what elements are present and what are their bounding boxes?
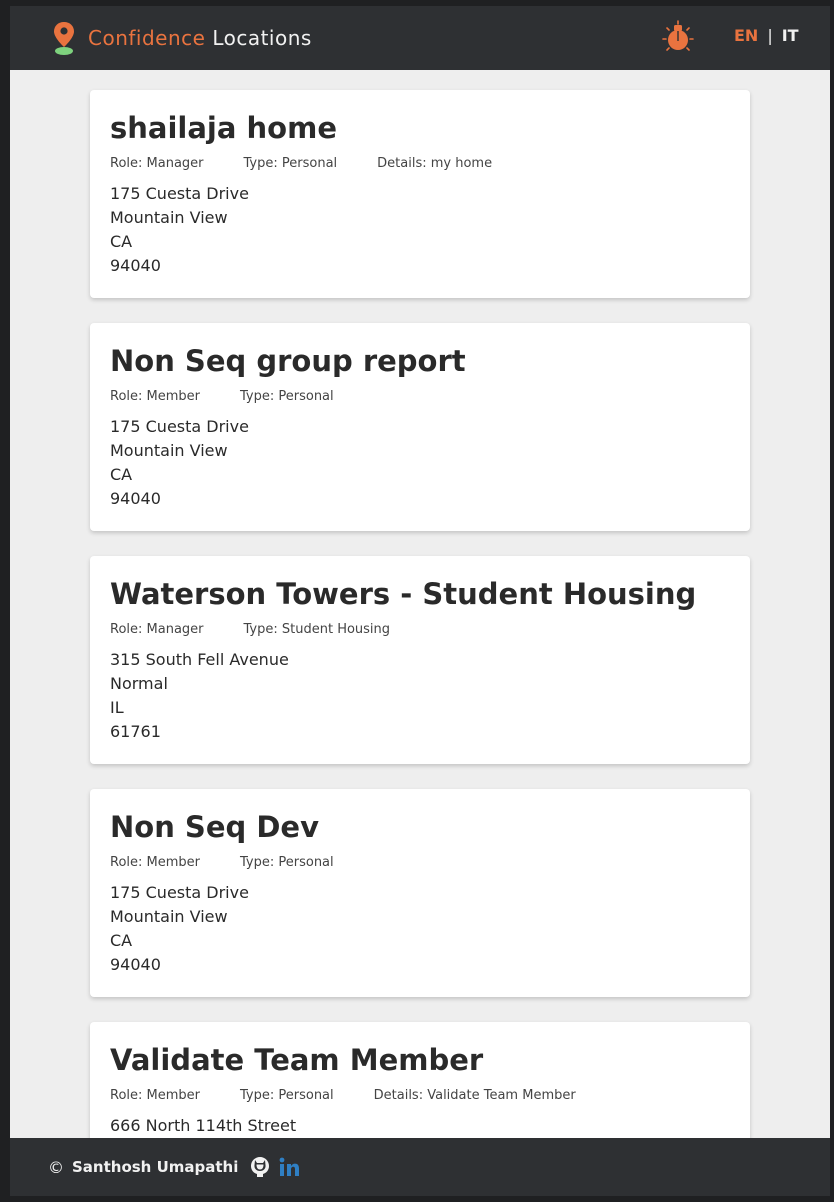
address-state: CA bbox=[110, 465, 133, 484]
address-state: CA bbox=[110, 931, 133, 950]
address-zip: 94040 bbox=[110, 256, 161, 275]
address-zip: 61761 bbox=[110, 722, 161, 741]
location-title: Waterson Towers - Student Housing bbox=[110, 577, 697, 611]
lang-it-button[interactable]: IT bbox=[782, 26, 799, 45]
location-type: Type: Personal bbox=[240, 1088, 334, 1103]
address-city: Mountain View bbox=[110, 907, 228, 926]
theme-toggle-button[interactable] bbox=[662, 20, 694, 56]
address-street: 666 North 114th Street bbox=[110, 1116, 297, 1135]
location-card[interactable]: Waterson Towers - Student Housing Role: … bbox=[90, 556, 750, 764]
location-details: Details: Validate Team Member bbox=[373, 1088, 576, 1103]
copyright-icon: © bbox=[48, 1157, 64, 1177]
locations-list: shailaja home Role: Manager Type: Person… bbox=[10, 70, 830, 1138]
location-role: Role: Manager bbox=[110, 156, 204, 171]
location-meta: Role: Member Type: Personal bbox=[110, 855, 730, 871]
location-type: Type: Student Housing bbox=[243, 622, 391, 637]
brand-name-light: Locations bbox=[212, 26, 312, 50]
location-type: Type: Personal bbox=[240, 389, 334, 404]
brand-name-accent: Confidence bbox=[88, 26, 206, 50]
address-street: 175 Cuesta Drive bbox=[110, 883, 249, 902]
lang-separator: | bbox=[767, 26, 773, 45]
address-state: IL bbox=[110, 698, 124, 717]
location-address: 666 North 114th Street bbox=[110, 1114, 730, 1138]
location-meta: Role: Manager Type: Student Housing bbox=[110, 622, 730, 638]
location-card[interactable]: Validate Team Member Role: Member Type: … bbox=[90, 1022, 750, 1138]
location-pin-icon bbox=[50, 20, 78, 56]
location-address: 175 Cuesta Drive Mountain View CA 94040 bbox=[110, 182, 730, 278]
address-city: Mountain View bbox=[110, 208, 228, 227]
location-type: Type: Personal bbox=[240, 855, 334, 870]
linkedin-icon[interactable] bbox=[278, 1156, 300, 1178]
location-role: Role: Member bbox=[110, 855, 200, 870]
address-zip: 94040 bbox=[110, 489, 161, 508]
location-address: 175 Cuesta Drive Mountain View CA 94040 bbox=[110, 415, 730, 511]
location-title: Non Seq group report bbox=[110, 344, 466, 378]
lightbulb-icon bbox=[662, 20, 694, 60]
location-meta: Role: Member Type: Personal Details: Val… bbox=[110, 1088, 730, 1104]
top-navbar: Confidence Locations EN | IT bbox=[10, 6, 830, 70]
address-state: CA bbox=[110, 232, 133, 251]
location-address: 175 Cuesta Drive Mountain View CA 94040 bbox=[110, 881, 730, 977]
author-name: Santhosh Umapathi bbox=[72, 1158, 239, 1176]
location-title: Non Seq Dev bbox=[110, 810, 319, 844]
location-role: Role: Member bbox=[110, 1088, 200, 1103]
brand-name: Confidence Locations bbox=[88, 26, 312, 50]
app-window: Confidence Locations EN | IT shailaja ho… bbox=[10, 6, 830, 1196]
lang-en-button[interactable]: EN bbox=[734, 26, 758, 45]
location-address: 315 South Fell Avenue Normal IL 61761 bbox=[110, 648, 730, 744]
location-meta: Role: Manager Type: Personal Details: my… bbox=[110, 156, 730, 172]
address-zip: 94040 bbox=[110, 955, 161, 974]
footer-credits: © Santhosh Umapathi bbox=[48, 1152, 308, 1182]
github-icon[interactable] bbox=[250, 1156, 270, 1178]
address-street: 175 Cuesta Drive bbox=[110, 417, 249, 436]
location-card[interactable]: Non Seq Dev Role: Member Type: Personal … bbox=[90, 789, 750, 997]
location-type: Type: Personal bbox=[243, 156, 338, 171]
location-title: shailaja home bbox=[110, 111, 337, 145]
language-switcher: EN | IT bbox=[734, 26, 799, 45]
address-city: Normal bbox=[110, 674, 168, 693]
location-details: Details: my home bbox=[377, 156, 493, 171]
footer: © Santhosh Umapathi bbox=[10, 1138, 830, 1196]
location-title: Validate Team Member bbox=[110, 1043, 484, 1077]
brand-logo-link[interactable]: Confidence Locations bbox=[50, 18, 312, 58]
location-card[interactable]: Non Seq group report Role: Member Type: … bbox=[90, 323, 750, 531]
location-meta: Role: Member Type: Personal bbox=[110, 389, 730, 405]
address-city: Mountain View bbox=[110, 441, 228, 460]
location-role: Role: Member bbox=[110, 389, 200, 404]
location-card[interactable]: shailaja home Role: Manager Type: Person… bbox=[90, 90, 750, 298]
location-role: Role: Manager bbox=[110, 622, 204, 637]
address-street: 315 South Fell Avenue bbox=[110, 650, 289, 669]
address-street: 175 Cuesta Drive bbox=[110, 184, 249, 203]
